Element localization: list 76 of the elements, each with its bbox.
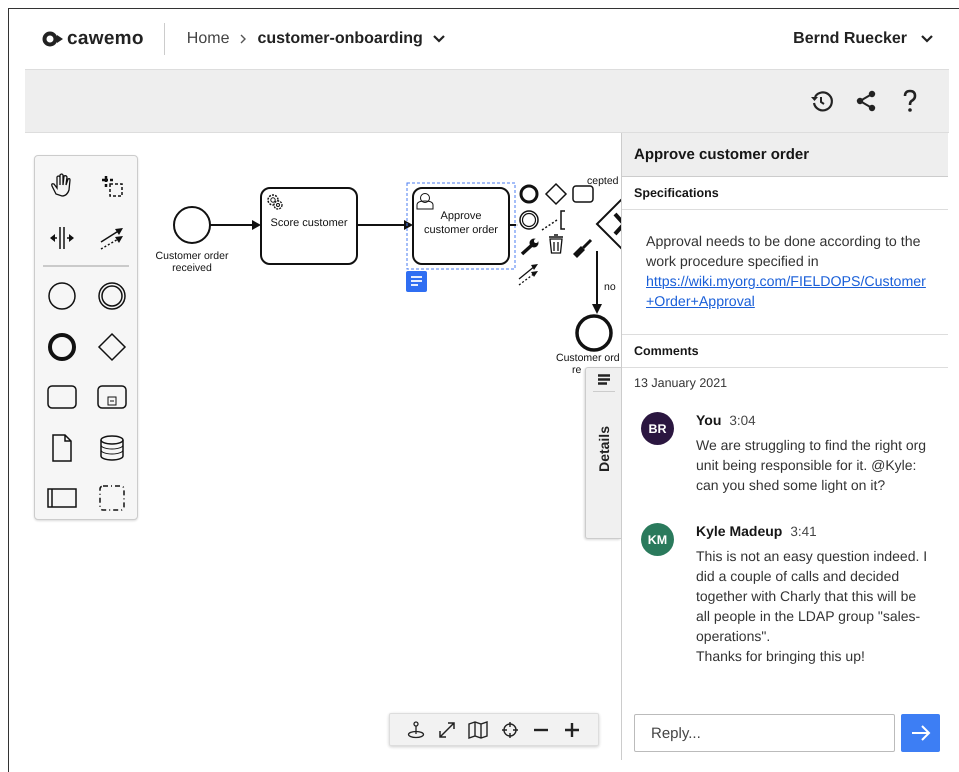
gear-icon xyxy=(267,194,283,210)
gateway-tool-icon[interactable] xyxy=(98,332,126,362)
task-label: Score customer xyxy=(270,217,348,229)
comment-time: 3:41 xyxy=(790,524,817,539)
chevron-down-icon[interactable] xyxy=(921,35,933,43)
comment-text: We are struggling to find the right org unit being responsible for it. @Kyle: can you shed some light on it? xyxy=(696,436,928,495)
comment-text: This is not an easy question indeed. I did a couple of calls and decided together with Charly that this will be all people in the LDAP group "sales-operations". Thanks for bringing this up! xyxy=(696,547,928,666)
pool-tool-icon[interactable] xyxy=(47,488,77,508)
logo-icon xyxy=(42,31,64,47)
sequence-flow xyxy=(357,220,413,230)
expand-icon xyxy=(438,720,456,738)
wrench-icon[interactable] xyxy=(520,238,538,256)
map-icon xyxy=(468,720,488,738)
task-label: Approve customer order xyxy=(424,210,498,236)
sequence-flow xyxy=(210,220,261,230)
comment-marker-icon[interactable] xyxy=(406,271,427,292)
brush-icon[interactable] xyxy=(573,238,592,258)
arrow-right-icon xyxy=(910,724,930,742)
avatar: KM xyxy=(641,523,674,556)
avatar: BR xyxy=(641,412,674,445)
gateway-icon[interactable] xyxy=(544,182,568,206)
chevron-down-icon[interactable] xyxy=(432,35,445,43)
send-button[interactable] xyxy=(901,714,940,752)
minus-icon xyxy=(534,728,548,732)
connect-icon[interactable] xyxy=(518,264,538,286)
connect-tool-icon[interactable] xyxy=(100,228,123,250)
intermediate-event-tool-icon[interactable] xyxy=(98,282,126,310)
section-heading: Comments xyxy=(622,335,948,368)
annotation-icon[interactable] xyxy=(542,210,565,231)
event-label: Customer order received xyxy=(156,250,228,274)
lasso-tool-icon[interactable] xyxy=(100,174,123,197)
history-icon xyxy=(810,89,834,113)
end-event xyxy=(575,314,613,352)
trash-icon[interactable] xyxy=(548,234,564,254)
end-event-tool-icon[interactable] xyxy=(48,333,76,361)
lines-icon xyxy=(598,374,610,385)
plus-icon xyxy=(565,722,580,736)
task[interactable] xyxy=(260,187,358,265)
task-icon[interactable] xyxy=(572,185,594,203)
flow-label: no xyxy=(604,281,616,293)
reply-field[interactable]: Reply... xyxy=(634,714,895,752)
task-tool-icon[interactable] xyxy=(47,385,77,409)
task[interactable] xyxy=(412,187,510,265)
breadcrumb-link[interactable]: Home xyxy=(186,30,230,48)
panel-title: Approve customer order xyxy=(622,133,948,177)
project-name: customer-onboarding xyxy=(257,30,423,48)
document-tool-icon[interactable] xyxy=(52,434,72,462)
user-icon xyxy=(416,193,434,210)
group-tool-icon[interactable] xyxy=(99,485,125,511)
section-heading: Specifications xyxy=(622,177,948,210)
subprocess-tool-icon[interactable] xyxy=(97,385,127,409)
comment-time: 3:04 xyxy=(729,413,756,428)
share-icon xyxy=(855,90,877,112)
start-event-tool-icon[interactable] xyxy=(48,282,76,310)
end-event-icon[interactable] xyxy=(520,184,538,204)
start-event xyxy=(173,206,211,244)
comment-author: You xyxy=(696,412,722,428)
user-name[interactable]: Bernd Ruecker xyxy=(793,30,907,48)
comment-date: 13 January 2021 xyxy=(633,375,728,392)
sequence-flow xyxy=(592,251,602,314)
minimap-button[interactable] xyxy=(467,718,490,740)
anchor-icon xyxy=(406,720,425,738)
help-icon xyxy=(902,89,918,113)
database-tool-icon[interactable] xyxy=(100,435,124,461)
tab-label: Details xyxy=(596,426,612,472)
chevron-right-icon xyxy=(239,34,248,44)
intermediate-event-icon[interactable] xyxy=(519,210,539,230)
specification-link[interactable]: https://wiki.myorg.com/FIELDOPS/Customer+Order+Approval xyxy=(646,272,928,312)
logo-text: cawemo xyxy=(67,28,144,50)
hand-tool-icon[interactable] xyxy=(51,173,71,197)
space-tool-icon[interactable] xyxy=(50,226,74,250)
specification-text: Approval needs to be done according to the work procedure specified in xyxy=(646,234,920,270)
comment-author: Kyle Madeup xyxy=(696,523,782,539)
details-tab[interactable]: Details xyxy=(585,367,621,539)
crosshair-icon xyxy=(500,720,519,738)
gateway-label: cepted xyxy=(587,175,619,187)
